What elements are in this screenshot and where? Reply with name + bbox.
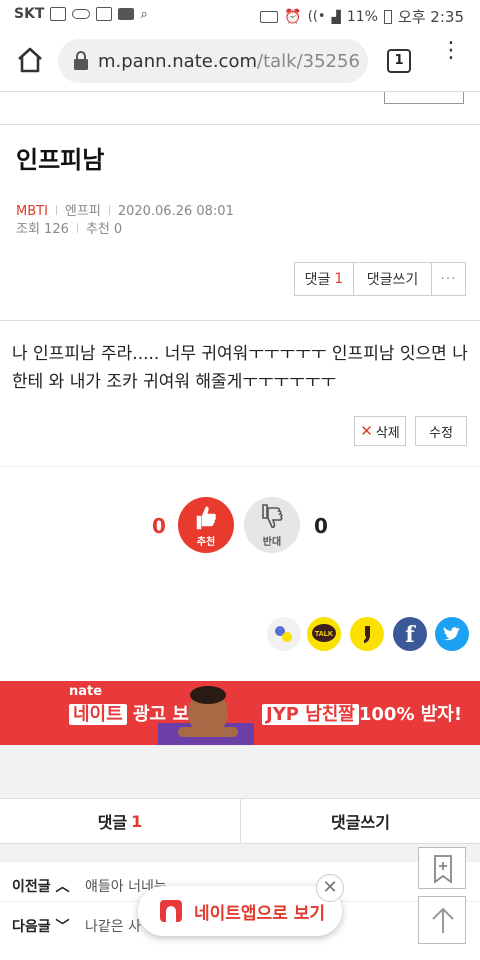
tab-write-comment[interactable]: 댓글쓰기 [240, 799, 480, 843]
open-app-button[interactable]: 네이트앱으로 보기 [138, 886, 342, 936]
divider [0, 466, 480, 467]
kakaostory-icon[interactable] [350, 617, 384, 651]
twitter-icon[interactable] [435, 617, 469, 651]
battery-icon [383, 9, 392, 24]
search-icon: ⌕ [140, 6, 148, 22]
tab-comments-count: 1 [131, 811, 143, 831]
post-stats: 조회 126 추천 0 [16, 218, 122, 237]
browser-toolbar: m.pann.nate.com/talk/352566518 1 ⋮ [0, 30, 480, 92]
clipped-category-nav [0, 92, 480, 106]
close-app-prompt-button[interactable]: ✕ [316, 874, 344, 902]
post-author: 엔프피 [64, 204, 101, 219]
next-post-title: 나같은 사 [85, 919, 141, 935]
upvote-label: 추천 [196, 537, 216, 548]
svg-text:TALK: TALK [315, 631, 333, 638]
clipped-nav-button [384, 92, 464, 104]
bookmark-icon [434, 855, 452, 884]
comments-count: 1 [334, 271, 344, 287]
person-illustration [158, 686, 254, 745]
lock-icon [74, 51, 88, 70]
video-icon [118, 8, 135, 20]
downvote-label: 반대 [262, 537, 282, 548]
banner-text2: 100% 받자! [358, 704, 463, 725]
write-comment-button[interactable]: 댓글쓰기 [354, 262, 432, 296]
comments-button[interactable]: 댓글 1 [294, 262, 354, 296]
thumbs-down-icon [262, 504, 283, 529]
post-category[interactable]: MBTI [16, 204, 48, 219]
kakaotalk-icon[interactable]: TALK [307, 617, 341, 651]
bookmark-add-button[interactable] [418, 847, 466, 889]
spacer [0, 844, 480, 862]
edit-button[interactable]: 수정 [415, 416, 467, 446]
next-post-label: 다음글 ﹀ [12, 919, 70, 935]
url-path: /talk/352566518 [257, 51, 360, 72]
post-recommends: 추천 0 [85, 222, 123, 237]
prev-post-label: 이전글 ︿ [12, 879, 70, 895]
banner-part2: JYP 남친짤 100% 받자! [262, 702, 462, 728]
wifi-icon: ((• [307, 9, 326, 24]
post-views: 조회 126 [16, 222, 69, 237]
divider [0, 124, 480, 125]
divider [0, 320, 480, 321]
comments-label: 댓글 [304, 272, 331, 288]
upvote-button[interactable]: 추천 [178, 497, 234, 553]
signal-icon: ▟ [331, 9, 341, 24]
comment-tabs: 댓글 1 댓글쓰기 [0, 798, 480, 844]
clock: 오후 2:35 [397, 8, 464, 26]
spacer [0, 745, 480, 798]
url-host: m.pann.nate.com [98, 51, 257, 72]
post-meta: MBTI 엔프피 2020.06.26 08:01 [16, 200, 234, 219]
arrow-up-icon [432, 907, 454, 933]
nate-logo-icon [160, 900, 182, 922]
scroll-top-button[interactable] [418, 896, 466, 944]
ad-banner[interactable]: nate 네이트 광고 보고 JYP 남친짤 100% 받자! [0, 681, 480, 745]
banner-box1: 네이트 [69, 704, 127, 725]
home-icon[interactable] [14, 44, 46, 76]
chevron-up-icon: ︿ [55, 879, 70, 895]
carrier-label: SKT [14, 6, 45, 22]
downvote-count: 0 [314, 514, 328, 538]
notification-icon [50, 7, 67, 21]
banner-box2: JYP 남친짤 [262, 704, 359, 725]
delete-label: 삭제 [375, 425, 400, 441]
banner-brand: nate [69, 684, 103, 699]
post-actions: 댓글 1 댓글쓰기 ··· [294, 262, 466, 296]
upvote-count: 0 [152, 514, 166, 538]
tab-switcher-button[interactable]: 1 [387, 49, 411, 73]
downvote-button[interactable]: 반대 [244, 497, 300, 553]
nfc-icon [260, 10, 279, 23]
more-button[interactable]: ··· [432, 262, 466, 296]
alarm-icon: ⏰ [284, 8, 302, 25]
address-bar[interactable]: m.pann.nate.com/talk/352566518 [58, 39, 368, 83]
link-icon [72, 9, 91, 19]
overflow-menu-icon[interactable]: ⋮ [440, 40, 462, 76]
band-icon[interactable] [267, 617, 301, 651]
image-icon [96, 7, 113, 21]
close-icon: ✕ [360, 422, 373, 440]
thumbs-up-icon [196, 506, 216, 530]
chevron-down-icon: ﹀ [55, 919, 70, 935]
facebook-icon[interactable]: f [393, 617, 427, 651]
battery-level: 11% [346, 8, 378, 25]
tab-comments-label: 댓글 [97, 813, 128, 832]
post-date: 2020.06.26 08:01 [117, 204, 234, 219]
open-app-label: 네이트앱으로 보기 [194, 903, 326, 924]
post-title: 인프피남 [16, 146, 105, 174]
delete-button[interactable]: ✕ 삭제 [354, 416, 406, 446]
tab-comments[interactable]: 댓글 1 [0, 799, 240, 843]
url-text: m.pann.nate.com/talk/352566518 [98, 51, 360, 72]
status-bar: SKT ⌕ ⏰ ((• ▟ 11% 오후 2:35 [0, 0, 480, 30]
post-body: 나 인프피남 주라..... 너무 귀여워ㅜㅜㅜㅜㅜ 인프피남 잇으면 나한테 … [12, 344, 468, 392]
